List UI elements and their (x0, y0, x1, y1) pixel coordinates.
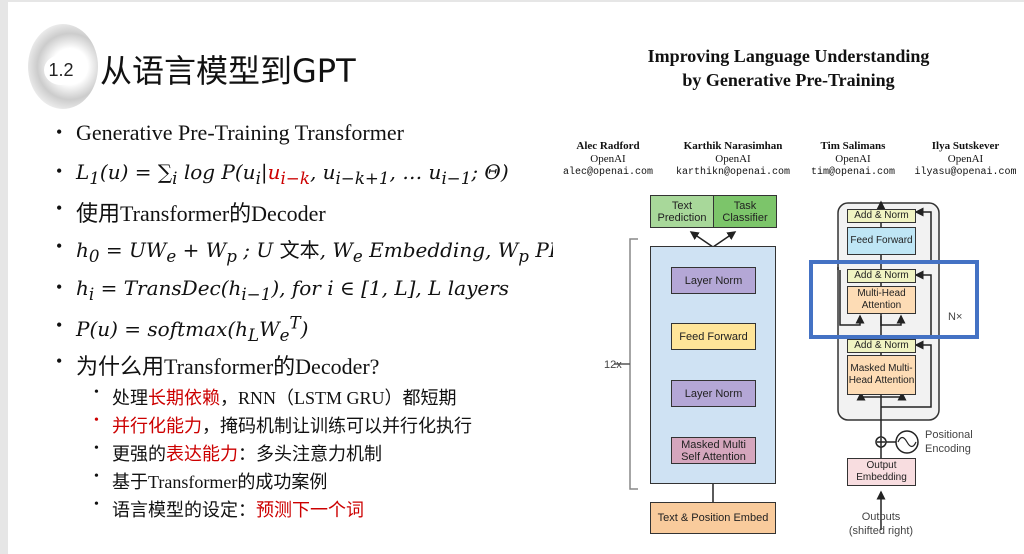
masked-multi-head-attention-box: Masked Multi-Head Attention (847, 355, 916, 395)
transformer-repeat-label: N× (948, 311, 962, 323)
add-norm-box: Add & Norm (847, 269, 916, 283)
feed-forward-box: Feed Forward (847, 227, 916, 255)
layer-norm-box: Layer Norm (671, 380, 756, 407)
add-norm-box: Add & Norm (847, 339, 916, 353)
shifted-right-label: (shifted right) (849, 525, 913, 537)
text-prediction-box: Text Prediction (650, 195, 714, 228)
gpt-repeat-label: 12x (604, 359, 622, 371)
task-classifier-box: Task Classifier (713, 195, 777, 228)
text-position-embed-box: Text & Position Embed (650, 502, 776, 534)
slide: 1.2 从语言模型到GPT Generative Pre-Training Tr… (8, 2, 1024, 554)
output-embedding-box: Output Embedding (847, 458, 916, 486)
encoding-label: Encoding (925, 443, 971, 455)
masked-self-attention-box: Masked Multi Self Attention (671, 437, 756, 464)
outputs-label: Outputs (862, 511, 901, 523)
multi-head-attention-box: Multi-Head Attention (847, 286, 916, 314)
layer-norm-box: Layer Norm (671, 267, 756, 294)
positional-label: Positional (925, 429, 973, 441)
add-norm-box: Add & Norm (847, 209, 916, 223)
feed-forward-box: Feed Forward (671, 323, 756, 350)
